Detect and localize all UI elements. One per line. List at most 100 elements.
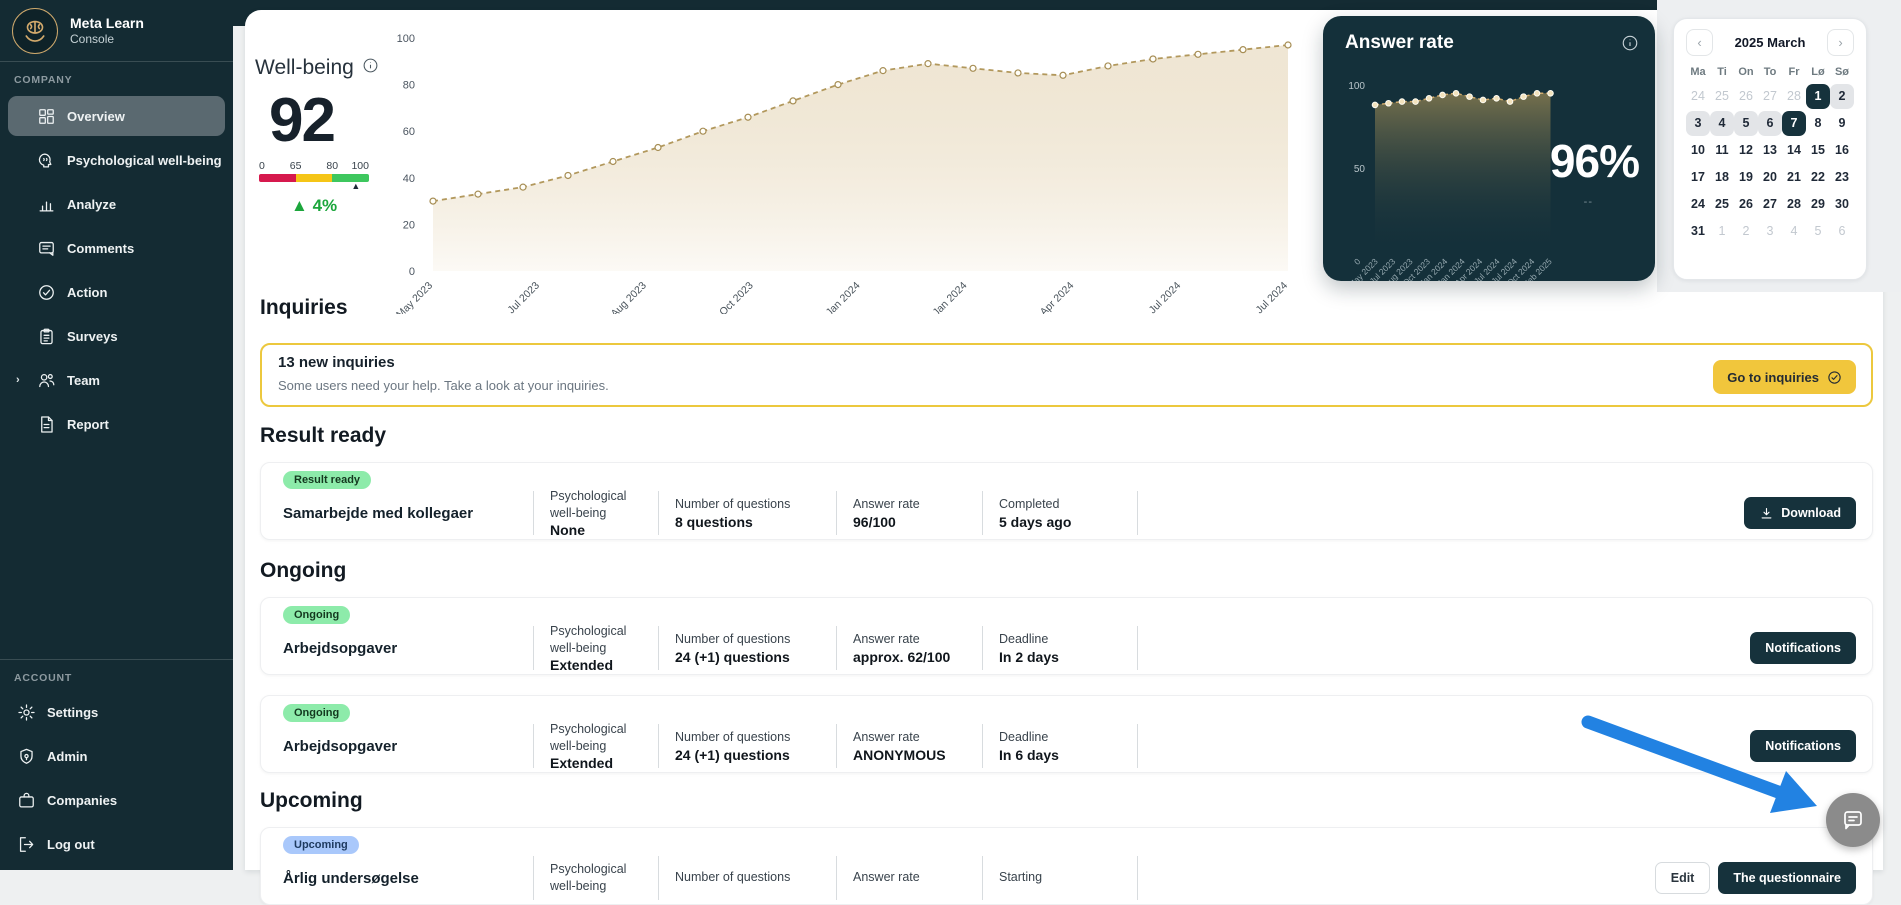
- sidebar-divider: [0, 61, 233, 62]
- calendar-day[interactable]: 3: [1686, 111, 1710, 136]
- app-subtitle: Console: [70, 32, 144, 47]
- sidebar-item-comments[interactable]: Comments: [8, 228, 225, 268]
- notifications-button[interactable]: Notifications: [1750, 632, 1856, 664]
- scale-segment: [296, 174, 333, 182]
- calendar-next-button[interactable]: ›: [1827, 29, 1854, 56]
- column-value: None: [550, 522, 642, 538]
- status-badge: Result ready: [283, 471, 371, 489]
- survey-col-psychological-well-being: Psychological well-beingExtended: [534, 721, 658, 771]
- calendar-day[interactable]: 24: [1686, 192, 1710, 217]
- calendar-day[interactable]: 25: [1710, 84, 1734, 109]
- svg-text:80: 80: [403, 80, 415, 92]
- calendar-day-header: Ti: [1710, 62, 1734, 82]
- calendar-day[interactable]: 3: [1758, 219, 1782, 244]
- sidebar-item-label: Surveys: [67, 329, 118, 344]
- column-value: Extended: [550, 657, 642, 673]
- column-divider: [1137, 856, 1138, 900]
- sidebar-item-report[interactable]: Report: [8, 404, 225, 444]
- sidebar-item-settings[interactable]: Settings: [8, 692, 225, 732]
- chevron-right-icon[interactable]: ›: [16, 374, 20, 386]
- calendar-day[interactable]: 26: [1734, 84, 1758, 109]
- column-value: In 2 days: [999, 649, 1121, 665]
- calendar-day[interactable]: 22: [1806, 165, 1830, 190]
- notifications-button[interactable]: Notifications: [1750, 730, 1856, 762]
- calendar-day[interactable]: 9: [1830, 111, 1854, 136]
- sidebar-item-analyze[interactable]: Analyze: [8, 184, 225, 224]
- calendar-day[interactable]: 2: [1830, 84, 1854, 109]
- result-ready-heading: Result ready: [260, 424, 386, 448]
- calendar-day[interactable]: 28: [1782, 84, 1806, 109]
- calendar-day[interactable]: 7: [1782, 111, 1806, 136]
- column-label: Answer rate: [853, 496, 966, 512]
- calendar-day[interactable]: 10: [1686, 138, 1710, 163]
- survey-col-number-of-questions: Number of questions8 questions: [659, 496, 836, 529]
- column-value: 5 days ago: [999, 514, 1121, 530]
- sidebar-item-surveys[interactable]: Surveys: [8, 316, 225, 356]
- calendar-day[interactable]: 15: [1806, 138, 1830, 163]
- edit-button[interactable]: Edit: [1655, 862, 1711, 894]
- calendar-title: 2025 March: [1735, 35, 1806, 50]
- calendar-day[interactable]: 23: [1830, 165, 1854, 190]
- inquiries-banner: 13 new inquiries Some users need your he…: [260, 343, 1873, 407]
- calendar-day[interactable]: 4: [1782, 219, 1806, 244]
- svg-text:40: 40: [403, 173, 415, 185]
- calendar-prev-button[interactable]: ‹: [1686, 29, 1713, 56]
- calendar-day[interactable]: 27: [1758, 84, 1782, 109]
- calendar-day[interactable]: 26: [1734, 192, 1758, 217]
- sidebar-item-log-out[interactable]: Log out: [8, 824, 225, 864]
- calendar-day[interactable]: 5: [1734, 111, 1758, 136]
- svg-text:50: 50: [1354, 164, 1366, 175]
- calendar-day[interactable]: 31: [1686, 219, 1710, 244]
- calendar-day[interactable]: 14: [1782, 138, 1806, 163]
- scale-tick: 80: [326, 160, 338, 172]
- column-value: approx. 62/100: [853, 649, 966, 665]
- sidebar-item-team[interactable]: ›Team: [8, 360, 225, 400]
- calendar-day[interactable]: 6: [1830, 219, 1854, 244]
- calendar-day[interactable]: 11: [1710, 138, 1734, 163]
- calendar-day[interactable]: 30: [1830, 192, 1854, 217]
- calendar-day[interactable]: 28: [1782, 192, 1806, 217]
- calendar-day-header: Fr: [1782, 62, 1806, 82]
- calendar-day[interactable]: 18: [1710, 165, 1734, 190]
- survey-col-psychological-well-being: Psychological well-beingExtended: [534, 623, 658, 673]
- the-questionnaire-button[interactable]: The questionnaire: [1718, 862, 1856, 894]
- chat-button[interactable]: [1826, 793, 1880, 847]
- sidebar-item-label: Overview: [67, 109, 125, 124]
- sidebar-item-action[interactable]: Action: [8, 272, 225, 312]
- calendar-day[interactable]: 2: [1734, 219, 1758, 244]
- sidebar-item-companies[interactable]: Companies: [8, 780, 225, 820]
- survey-card-arbejdsopgaver: OngoingArbejdsopgaverPsychological well-…: [260, 597, 1873, 675]
- calendar-day[interactable]: 17: [1686, 165, 1710, 190]
- calendar-day[interactable]: 12: [1734, 138, 1758, 163]
- calendar-day[interactable]: 29: [1806, 192, 1830, 217]
- sidebar-item-label: Settings: [47, 705, 98, 720]
- calendar-day[interactable]: 13: [1758, 138, 1782, 163]
- go-to-inquiries-button[interactable]: Go to inquiries: [1713, 360, 1856, 394]
- calendar-day[interactable]: 19: [1734, 165, 1758, 190]
- chat-bubble-icon: [1841, 808, 1865, 832]
- calendar-day[interactable]: 16: [1830, 138, 1854, 163]
- calendar-card: ‹ 2025 March › MaTiOnToFrLøSø24252627281…: [1673, 18, 1867, 280]
- svg-text:Aug 2023: Aug 2023: [609, 280, 649, 314]
- svg-text:Apr 2024: Apr 2024: [1038, 280, 1077, 314]
- calendar-day[interactable]: 27: [1758, 192, 1782, 217]
- sidebar-item-admin[interactable]: Admin: [8, 736, 225, 776]
- calendar-day[interactable]: 25: [1710, 192, 1734, 217]
- sidebar-item-psychological-well-being[interactable]: Psychological well-being: [8, 140, 225, 180]
- calendar-day[interactable]: 20: [1758, 165, 1782, 190]
- survey-col-psychological-well-being: Psychological well-being: [534, 861, 658, 895]
- sidebar-item-overview[interactable]: Overview: [8, 96, 225, 136]
- survey-title: Arbejdsopgaver: [283, 640, 533, 657]
- button-label: Download: [1781, 506, 1841, 520]
- calendar-day[interactable]: 24: [1686, 84, 1710, 109]
- calendar-day[interactable]: 21: [1782, 165, 1806, 190]
- bar-chart-icon: [36, 194, 56, 214]
- calendar-day[interactable]: 5: [1806, 219, 1830, 244]
- survey-title: Arbejdsopgaver: [283, 738, 533, 755]
- calendar-day[interactable]: 4: [1710, 111, 1734, 136]
- calendar-day[interactable]: 6: [1758, 111, 1782, 136]
- calendar-day[interactable]: 1: [1806, 84, 1830, 109]
- calendar-day[interactable]: 1: [1710, 219, 1734, 244]
- calendar-day[interactable]: 8: [1806, 111, 1830, 136]
- download-button[interactable]: Download: [1744, 497, 1856, 529]
